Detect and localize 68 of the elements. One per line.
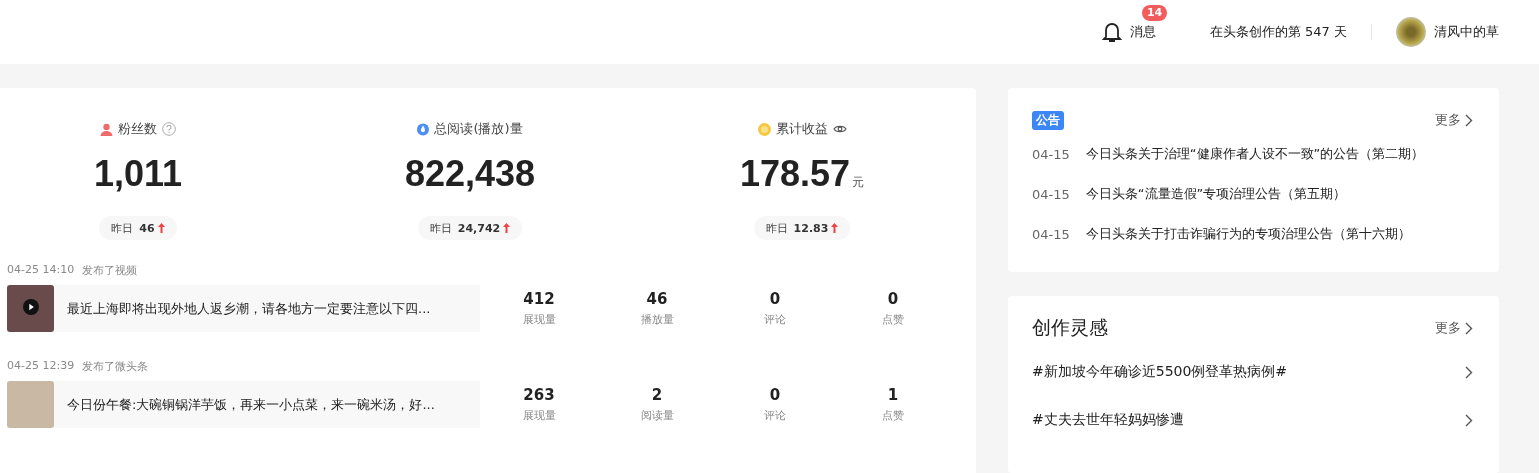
notification-badge: 14 [1141, 5, 1168, 21]
section-title: 创作灵感 [1032, 315, 1108, 340]
yesterday-label: 昨日 [111, 220, 134, 236]
user-name[interactable]: 清风中的草 [1434, 23, 1499, 41]
up-arrow-icon [831, 223, 839, 233]
metric-value: 0 [887, 290, 899, 308]
metric-value: 263 [523, 386, 555, 404]
stat-label: 总阅读(播放)量 [434, 120, 523, 138]
avatar[interactable] [1396, 17, 1426, 47]
drop-icon [417, 122, 430, 136]
yesterday-label: 昨日 [429, 220, 452, 236]
chevron-icon [1465, 365, 1473, 379]
metric-label: 展现量 [522, 408, 556, 423]
metric-label: 播放量 [640, 312, 674, 327]
notice-date: 04-15 [1032, 226, 1070, 242]
notice-link[interactable]: 今日头条关于打击诈骗行为的专项治理公告（第十六期） [1085, 225, 1411, 243]
post-time: 04-25 14:10 [7, 263, 75, 278]
post-item[interactable]: 今日份午餐:大碗铜锅洋芋饭，再来一小点菜，来一碗米汤，好... [7, 381, 480, 428]
post-time: 04-25 12:39 [7, 359, 75, 374]
chevron-icon [1465, 113, 1473, 127]
yesterday-value: 24,742 [457, 221, 501, 235]
metric-value: 1 [887, 386, 899, 404]
metric-label: 点赞 [882, 312, 904, 327]
metric-label: 阅读量 [640, 408, 674, 423]
stat-label: 粉丝数 [118, 120, 157, 138]
yesterday-value: 46 [139, 221, 155, 235]
messages-link[interactable]: 消息 [1101, 21, 1156, 43]
more-link[interactable]: 更多 [1435, 111, 1461, 129]
photo-placeholder [7, 381, 54, 428]
bell-icon [1101, 21, 1122, 43]
metric-value: 0 [769, 290, 781, 308]
metric-value: 46 [646, 290, 668, 308]
notice-link[interactable]: 今日头条“流量造假”专项治理公告（第五期） [1085, 185, 1347, 203]
stat-value: 822,438 [404, 152, 536, 196]
topic-link[interactable]: #丈夫去世年轻妈妈惨遭 [1032, 411, 1184, 429]
up-arrow-icon [503, 223, 511, 233]
person-icon [100, 122, 113, 136]
topic-link[interactable]: #新加坡今年确诊近5500例登革热病例# [1032, 363, 1288, 381]
eye-icon[interactable] [832, 124, 847, 134]
yesterday-value: 12.83 [793, 221, 829, 235]
post-action: 发布了微头条 [82, 359, 149, 375]
metric-value: 0 [769, 386, 781, 404]
metric-label: 评论 [764, 312, 786, 327]
up-arrow-icon [157, 223, 165, 233]
chevron-icon [1465, 321, 1473, 335]
metric-label: 展现量 [522, 312, 556, 327]
notice-date: 04-15 [1032, 186, 1070, 202]
post-title: 今日份午餐:大碗铜锅洋芋饭，再来一小点菜，来一碗米汤，好... [67, 395, 435, 414]
post-title: 最近上海即将出现外地人返乡潮，请各地方一定要注意以下四... [67, 299, 431, 318]
stat-value: 178.57 [739, 152, 851, 196]
more-link[interactable]: 更多 [1435, 319, 1461, 337]
unit-label: 元 [852, 174, 865, 191]
stat-label: 累计收益 [775, 120, 828, 138]
help-icon [162, 122, 176, 136]
post-action: 发布了视频 [82, 263, 138, 279]
stat-value: 1,011 [93, 152, 183, 196]
post-item[interactable]: 最近上海即将出现外地人返乡潮，请各地方一定要注意以下四... [7, 285, 480, 332]
notice-tag: 公告 [1032, 110, 1064, 130]
metric-label: 点赞 [882, 408, 904, 423]
creation-days-text: 在头条创作的第 547 天 [1209, 23, 1347, 41]
metric-value: 412 [523, 290, 555, 308]
coin-icon [757, 122, 771, 136]
metric-label: 评论 [764, 408, 786, 423]
chevron-icon [1465, 413, 1473, 427]
notice-date: 04-15 [1032, 146, 1070, 162]
yesterday-label: 昨日 [765, 220, 788, 236]
metric-value: 2 [651, 386, 663, 404]
notice-link[interactable]: 今日头条关于治理“健康作者人设不一致”的公告（第二期） [1085, 145, 1425, 163]
